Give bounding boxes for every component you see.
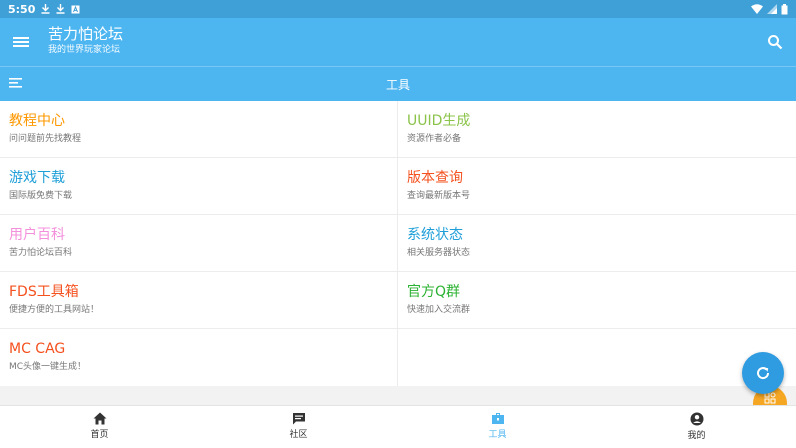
tool-item-mc-cag[interactable]: MC CAG MC头像一键生成！ — [0, 329, 398, 386]
app-bar: 苦力怕论坛 我的世界玩家论坛 — [0, 18, 796, 66]
tool-desc: 国际版免费下载 — [9, 191, 73, 201]
download-icon — [41, 4, 50, 14]
nav-label: 首页 — [90, 430, 109, 440]
tool-name: MC CAG — [9, 341, 66, 357]
nav-home[interactable]: 首页 — [0, 406, 199, 448]
tool-grid: 教程中心 问问题前先找教程 UUID生成 资源作者必备 游戏下载 国际版免费下载… — [0, 101, 796, 386]
tool-item-fds-toolbox[interactable]: FDS工具箱 便捷方便的工具网站！ — [0, 272, 398, 329]
tool-item-game-download[interactable]: 游戏下载 国际版免费下载 — [0, 158, 398, 215]
bottom-navigation: 首页 社区 工具 我的 — [0, 405, 796, 448]
tool-desc: MC头像一键生成！ — [9, 362, 87, 372]
tool-name: 版本查询 — [407, 170, 463, 186]
tool-item-version-query[interactable]: 版本查询 查询最新版本号 — [398, 158, 796, 215]
app-titles: 苦力怕论坛 我的世界玩家论坛 — [48, 25, 123, 57]
nav-label: 社区 — [289, 430, 308, 440]
tool-name: 用户百科 — [9, 227, 65, 243]
notification-a-icon — [71, 5, 80, 13]
tool-item-system-status[interactable]: 系统状态 相关服务器状态 — [398, 215, 796, 272]
tool-name: 系统状态 — [407, 227, 463, 243]
tool-desc: 便捷方便的工具网站！ — [9, 305, 100, 315]
account-icon — [690, 412, 703, 426]
battery-icon — [781, 3, 788, 14]
tool-desc: 问问题前先找教程 — [9, 134, 82, 144]
nav-label: 我的 — [687, 431, 706, 441]
toolbox-icon — [491, 413, 504, 424]
tool-desc: 查询最新版本号 — [407, 191, 471, 201]
nav-label: 工具 — [488, 430, 507, 440]
section-title: 工具 — [385, 78, 410, 92]
app-screen: 5:50 苦力怕论坛 我的世界玩家论坛 工具 教程中心 问问题前先找教程 UUI… — [0, 0, 796, 448]
menu-icon[interactable] — [12, 32, 30, 52]
refresh-icon — [757, 367, 770, 380]
section-toolbar: 工具 — [0, 66, 796, 101]
search-icon[interactable] — [766, 32, 784, 52]
tool-item-wiki[interactable]: 用户百科 苦力怕论坛百科 — [0, 215, 398, 272]
tool-item-uuid[interactable]: UUID生成 资源作者必备 — [398, 101, 796, 158]
tool-item-tutorials[interactable]: 教程中心 问问题前先找教程 — [0, 101, 398, 158]
nav-tools[interactable]: 工具 — [398, 406, 597, 448]
chat-icon — [292, 413, 305, 425]
wifi-icon — [751, 4, 763, 14]
tool-name: 官方Q群 — [407, 284, 461, 300]
tool-name: 游戏下载 — [9, 170, 65, 186]
empty-cell — [398, 329, 796, 386]
home-icon — [93, 412, 106, 425]
nav-profile[interactable]: 我的 — [597, 406, 796, 448]
tool-desc: 苦力怕论坛百科 — [9, 248, 73, 258]
tool-item-qq-group[interactable]: 官方Q群 快速加入交流群 — [398, 272, 796, 329]
download-icon — [56, 4, 65, 14]
app-title: 苦力怕论坛 — [48, 25, 124, 43]
nav-community[interactable]: 社区 — [199, 406, 398, 448]
signal-icon — [767, 4, 777, 14]
tool-desc: 相关服务器状态 — [407, 248, 471, 258]
status-time: 5:50 — [8, 2, 36, 16]
status-bar: 5:50 — [0, 0, 796, 18]
refresh-fab[interactable] — [742, 352, 784, 394]
tool-name: FDS工具箱 — [9, 284, 79, 300]
app-subtitle: 我的世界玩家论坛 — [48, 45, 121, 55]
tool-name: UUID生成 — [407, 113, 471, 129]
tool-desc: 快速加入交流群 — [407, 305, 471, 315]
tool-name: 教程中心 — [9, 113, 65, 129]
tool-desc: 资源作者必备 — [407, 134, 462, 144]
